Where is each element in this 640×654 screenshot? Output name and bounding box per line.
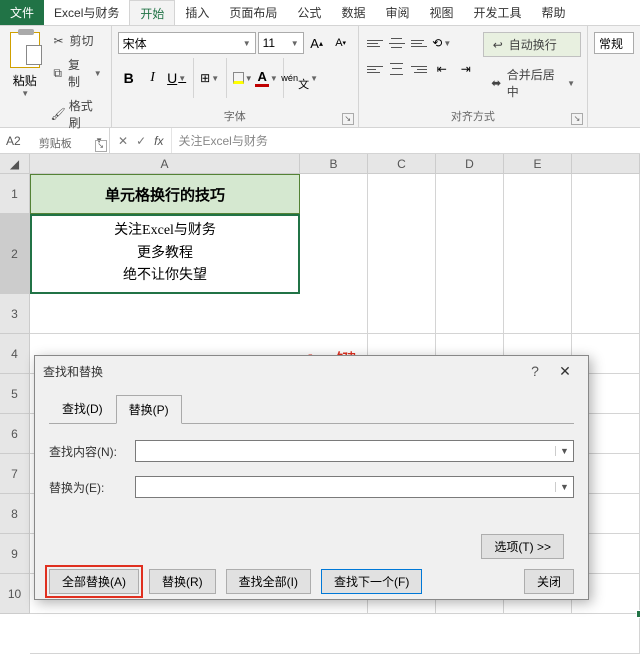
paste-label: 粘贴 [13,72,37,89]
row-header[interactable]: 9 [0,534,30,574]
align-middle-button[interactable] [387,34,407,52]
border-button[interactable]: ⊞▼ [199,67,221,89]
row-header[interactable]: 2 [0,214,30,294]
row-header[interactable]: 10 [0,574,30,614]
cancel-icon[interactable]: ✕ [118,134,128,148]
bucket-icon [233,72,244,84]
group-clipboard: 粘贴 ▼ ✂剪切 ⧉复制▼ 🖌格式刷 剪贴板↘ [0,26,112,127]
bold-button[interactable]: B [118,67,140,89]
replace-label: 替换为(E): [49,479,127,496]
indent-inc-button[interactable]: ⇥ [455,58,477,80]
group-font: 宋体▼ 11▼ A▴ A▾ B I U▼ ⊞▼ ▼ A▼ wén文▼ 字体 ↘ [112,26,359,127]
align-center-button[interactable] [387,60,407,78]
font-size-combo[interactable]: 11▼ [258,32,304,54]
col-header-d[interactable]: D [436,154,504,174]
replace-all-button[interactable]: 全部替换(A) [49,569,139,594]
group-number: 常规 [588,26,640,127]
chevron-down-icon[interactable]: ▼ [555,446,573,456]
col-header-b[interactable]: B [300,154,368,174]
fx-icon[interactable]: fx [154,134,163,148]
tab-dev[interactable]: 开发工具 [463,0,531,25]
tab-file[interactable]: 文件 [0,0,44,25]
group-label: 字体 [224,111,246,123]
tab-replace[interactable]: 替换(P) [116,395,182,424]
find-next-button[interactable]: 查找下一个(F) [321,569,422,594]
expander-icon[interactable]: ↘ [342,113,354,125]
col-header-e[interactable]: E [504,154,572,174]
merge-center-button[interactable]: ⬌合并后居中▼ [483,63,581,103]
align-top-button[interactable] [365,34,385,52]
enter-icon[interactable]: ✓ [136,134,146,148]
expander-icon[interactable]: ↘ [95,140,107,152]
tab-view[interactable]: 视图 [419,0,463,25]
select-all-button[interactable]: ◢ [0,154,30,174]
chevron-down-icon: ▼ [21,89,29,98]
italic-button[interactable]: I [142,67,164,89]
ribbon-tabs: 文件 Excel与财务 开始 插入 页面布局 公式 数据 审阅 视图 开发工具 … [0,0,640,26]
col-header-a[interactable]: A [30,154,300,174]
underline-button[interactable]: U▼ [166,67,188,89]
find-replace-dialog: 查找和替换 ? ✕ 查找(D) 替换(P) 查找内容(N): ▼ 替换为(E):… [34,355,589,600]
font-family-combo[interactable]: 宋体▼ [118,32,256,54]
brush-icon: 🖌 [50,106,65,122]
close-button[interactable]: 关闭 [524,569,574,594]
tab-find[interactable]: 查找(D) [49,394,116,423]
grow-font-button[interactable]: A▴ [306,32,328,54]
close-icon[interactable]: ✕ [550,363,580,380]
row-header[interactable]: 6 [0,414,30,454]
paste-button[interactable]: 粘贴 ▼ [6,28,43,98]
align-right-button[interactable] [409,60,429,78]
row-header[interactable]: 4 [0,334,30,374]
align-left-button[interactable] [365,60,385,78]
tab-formula[interactable]: 公式 [287,0,331,25]
tab-data[interactable]: 数据 [331,0,375,25]
shrink-font-button[interactable]: A▾ [330,32,352,54]
format-combo[interactable]: 常规 [594,32,634,54]
tab-context[interactable]: Excel与财务 [44,0,129,25]
group-align: ⟲▼ ⇤ ⇥ ↩自动换行 ⬌合并后居中▼ 对齐方式 ↘ [359,26,588,127]
font-color-button[interactable]: A▼ [256,67,278,89]
copy-icon: ⧉ [50,65,65,81]
group-label: 剪贴板 [39,138,72,150]
cell-a1[interactable]: 单元格换行的技巧 [30,174,300,214]
wrap-text-button[interactable]: ↩自动换行 [483,32,581,57]
row-header[interactable]: 8 [0,494,30,534]
copy-button[interactable]: ⧉复制▼ [47,54,104,92]
cut-button[interactable]: ✂剪切 [47,30,104,51]
ribbon: 粘贴 ▼ ✂剪切 ⧉复制▼ 🖌格式刷 剪贴板↘ 宋体▼ 11▼ A▴ A▾ B … [0,26,640,128]
ruby-button[interactable]: wén文▼ [289,67,311,89]
find-label: 查找内容(N): [49,443,127,460]
options-button[interactable]: 选项(T) >> [481,534,564,559]
row-header[interactable]: 5 [0,374,30,414]
dialog-title: 查找和替换 [43,363,520,380]
indent-dec-button[interactable]: ⇤ [431,58,453,80]
expander-icon[interactable]: ↘ [571,113,583,125]
chevron-down-icon[interactable]: ▼ [555,482,573,492]
replace-input[interactable]: ▼ [135,476,574,498]
fill-color-button[interactable]: ▼ [232,67,254,89]
find-input[interactable]: ▼ [135,440,574,462]
group-label: 对齐方式 [451,111,495,123]
orientation-button[interactable]: ⟲▼ [431,32,453,54]
find-all-button[interactable]: 查找全部(I) [226,569,311,594]
paste-icon [10,32,40,68]
row-header[interactable]: 7 [0,454,30,494]
cell-a2-selected[interactable]: 关注Excel与财务 更多教程 绝不让你失望 [30,214,300,294]
row-header[interactable]: 3 [0,294,30,334]
wrap-icon: ↩ [490,37,506,53]
tab-insert[interactable]: 插入 [175,0,219,25]
row-header[interactable]: 1 [0,174,30,214]
tab-help[interactable]: 帮助 [532,0,576,25]
tab-review[interactable]: 审阅 [375,0,419,25]
merge-icon: ⬌ [489,75,504,91]
tab-home[interactable]: 开始 [129,0,175,25]
help-button[interactable]: ? [520,363,550,379]
replace-button[interactable]: 替换(R) [149,569,216,594]
align-bottom-button[interactable] [409,34,429,52]
scissors-icon: ✂ [50,33,66,49]
formula-input[interactable]: 关注Excel与财务 [171,128,640,153]
col-header-c[interactable]: C [368,154,436,174]
tab-layout[interactable]: 页面布局 [219,0,287,25]
